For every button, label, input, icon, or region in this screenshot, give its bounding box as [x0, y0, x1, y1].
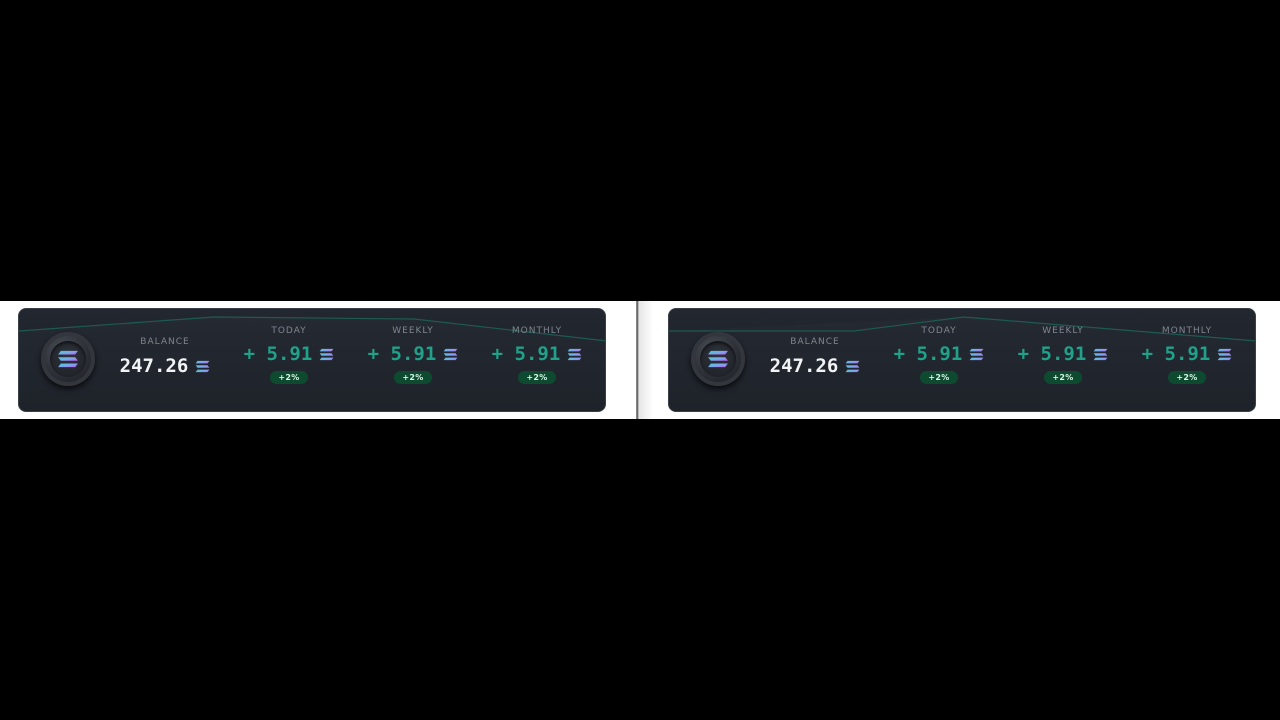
balance-section: BALANCE 247.26: [765, 337, 865, 377]
change-badge: +2%: [270, 371, 308, 384]
solana-coin-icon: [691, 332, 745, 386]
solana-logo-icon: [1217, 348, 1232, 361]
balance-card: BALANCE 247.26 TODAY + 5.91 +2% WEEKLY +…: [18, 308, 606, 412]
stat-today: TODAY + 5.91 +2%: [883, 326, 995, 384]
stat-value: + 5.91: [893, 343, 963, 365]
balance-label: BALANCE: [790, 337, 840, 347]
change-badge: +2%: [394, 371, 432, 384]
balance-value: 247.26: [119, 355, 189, 377]
stat-value: + 5.91: [367, 343, 437, 365]
solana-coin-icon: [41, 332, 95, 386]
stat-monthly: MONTHLY + 5.91 +2%: [481, 326, 593, 384]
change-badge: +2%: [920, 371, 958, 384]
stat-weekly: WEEKLY + 5.91 +2%: [357, 326, 469, 384]
stat-monthly: MONTHLY + 5.91 +2%: [1131, 326, 1243, 384]
stat-value: + 5.91: [1017, 343, 1087, 365]
solana-logo-icon: [195, 360, 210, 373]
stat-label: WEEKLY: [392, 326, 434, 336]
stat-label: TODAY: [271, 326, 307, 336]
stat-value: + 5.91: [243, 343, 313, 365]
solana-logo-icon: [707, 350, 729, 368]
change-badge: +2%: [518, 371, 556, 384]
balance-card: BALANCE 247.26 TODAY + 5.91 +2% WEEKLY +…: [668, 308, 1256, 412]
solana-logo-icon: [443, 348, 458, 361]
screenshot-strip: BALANCE 247.26 TODAY + 5.91 +2% WEEKLY +…: [0, 301, 1280, 419]
stat-weekly: WEEKLY + 5.91 +2%: [1007, 326, 1119, 384]
right-pane: BALANCE 247.26 TODAY + 5.91 +2% WEEKLY +…: [639, 301, 1280, 419]
balance-section: BALANCE 247.26: [115, 337, 215, 377]
left-pane: BALANCE 247.26 TODAY + 5.91 +2% WEEKLY +…: [0, 301, 637, 419]
balance-label: BALANCE: [140, 337, 190, 347]
balance-value: 247.26: [769, 355, 839, 377]
change-badge: +2%: [1044, 371, 1082, 384]
stat-today: TODAY + 5.91 +2%: [233, 326, 345, 384]
change-badge: +2%: [1168, 371, 1206, 384]
solana-logo-icon: [319, 348, 334, 361]
stat-value: + 5.91: [1141, 343, 1211, 365]
stat-label: MONTHLY: [511, 326, 563, 336]
stat-label: WEEKLY: [1042, 326, 1084, 336]
stat-label: TODAY: [921, 326, 957, 336]
solana-logo-icon: [969, 348, 984, 361]
stat-value: + 5.91: [491, 343, 561, 365]
solana-logo-icon: [1093, 348, 1108, 361]
solana-logo-icon: [57, 350, 79, 368]
stat-label: MONTHLY: [1161, 326, 1213, 336]
solana-logo-icon: [567, 348, 582, 361]
solana-logo-icon: [845, 360, 860, 373]
